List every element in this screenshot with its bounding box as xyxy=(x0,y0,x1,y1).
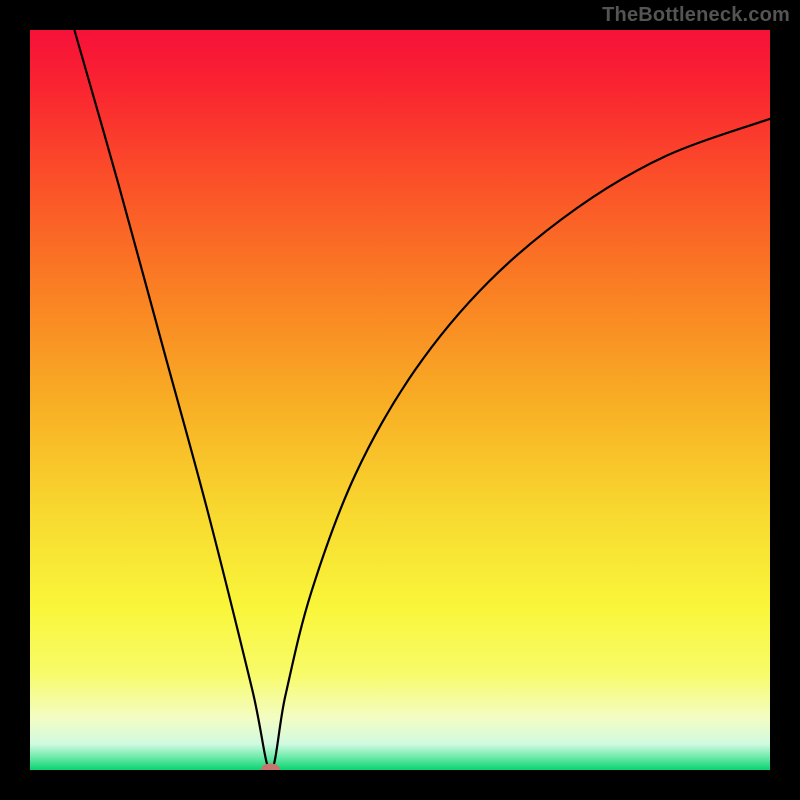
chart-frame: TheBottleneck.com xyxy=(0,0,800,800)
chart-svg xyxy=(30,30,770,770)
chart-background xyxy=(30,30,770,770)
chart-plot-area xyxy=(30,30,770,770)
watermark-text: TheBottleneck.com xyxy=(602,4,790,27)
